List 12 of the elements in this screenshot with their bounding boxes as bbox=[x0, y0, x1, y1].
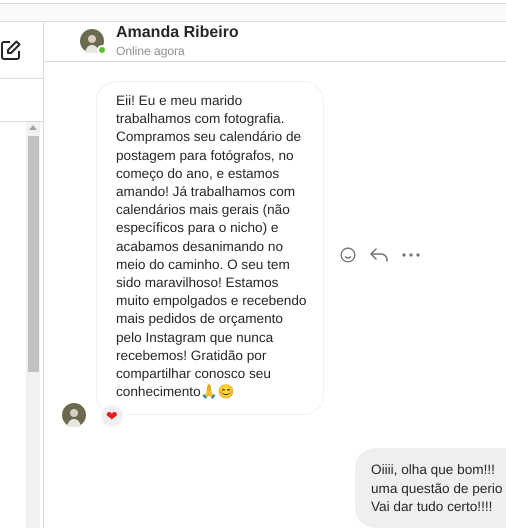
contact-name: Amanda Ribeiro bbox=[116, 23, 239, 44]
message-text: Oiiii, olha que bom!!! uma questão de perio Vai dar tudo certo!!!! bbox=[371, 461, 504, 516]
avatar bbox=[62, 403, 86, 428]
emoji-icon[interactable] bbox=[340, 247, 356, 264]
heart-reaction[interactable]: ❤ bbox=[99, 403, 125, 430]
edit-icon[interactable] bbox=[0, 39, 22, 61]
scrollbar-thumb[interactable] bbox=[28, 136, 38, 372]
message-text: Eii! Eu e meu marido trabalhamos com fotografia. Compramos seu calendário de postagem para fotógrafos, no começo do ano, e estamos amando! Já trabalhamos com calendários mais gerais (não específicos para o nicho) e acabamos desanimando no meio do caminho. O seu tem sido maravilhoso! Estamos muito empolgados e recebendo mais pedidos de orçamento pelo Instagram que nunca recebemos! Gratidão por compartilhar conosco seu conhecimento🙏😊 bbox=[116, 92, 306, 402]
contact-status: Online agora bbox=[116, 43, 186, 60]
more-icon[interactable] bbox=[402, 253, 420, 258]
reply-icon[interactable] bbox=[370, 248, 388, 262]
avatar bbox=[80, 29, 104, 54]
